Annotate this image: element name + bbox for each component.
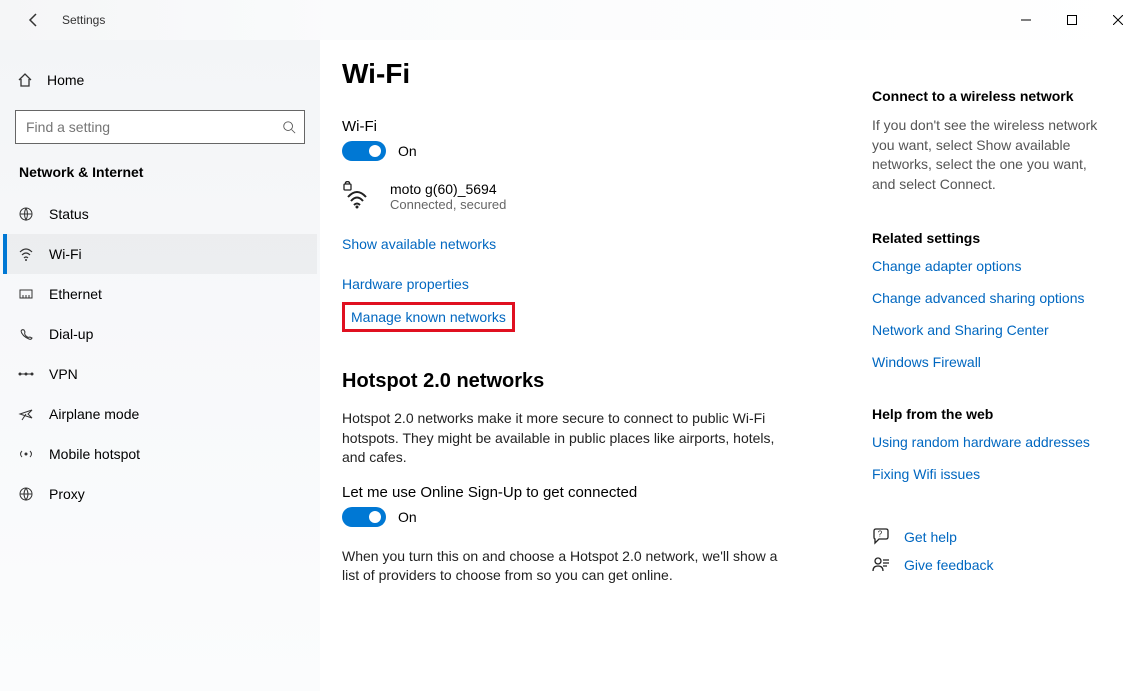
feedback-icon <box>872 556 890 574</box>
feedback-row[interactable]: Give feedback <box>872 556 1119 574</box>
vpn-icon <box>17 368 35 380</box>
sidebar: Home Network & Internet Status Wi-Fi <box>0 40 320 691</box>
window-title: Settings <box>62 13 105 27</box>
highlight-box-manage-known: Manage known networks <box>342 302 515 332</box>
sidebar-item-label: Mobile hotspot <box>49 446 140 462</box>
sidebar-item-ethernet[interactable]: Ethernet <box>3 274 317 314</box>
wifi-toggle-state: On <box>398 143 417 159</box>
airplane-icon <box>17 406 35 422</box>
sidebar-section-header: Network & Internet <box>3 164 317 180</box>
link-random-hw[interactable]: Using random hardware addresses <box>872 434 1119 450</box>
content-column: Wi-Fi Wi-Fi On moto g(60)_5694 Co <box>342 58 862 691</box>
status-icon <box>17 206 35 222</box>
search-box[interactable] <box>15 110 305 144</box>
maximize-button[interactable] <box>1049 4 1095 36</box>
sidebar-item-label: Wi-Fi <box>49 246 82 262</box>
hotspot-icon <box>17 446 35 462</box>
sidebar-home-label: Home <box>47 72 84 88</box>
link-feedback[interactable]: Give feedback <box>904 557 994 573</box>
hotspot-toggle-label: Let me use Online Sign-Up to get connect… <box>342 484 862 501</box>
link-hw-props[interactable]: Hardware properties <box>342 276 469 292</box>
wifi-secure-icon <box>342 181 372 209</box>
minimize-button[interactable] <box>1003 4 1049 36</box>
aside-help-title: Help from the web <box>872 406 1119 422</box>
link-network-center[interactable]: Network and Sharing Center <box>872 322 1119 338</box>
svg-text:?: ? <box>878 530 883 539</box>
aside-connect-desc: If you don't see the wireless network yo… <box>872 116 1112 194</box>
sidebar-home[interactable]: Home <box>3 60 317 100</box>
wifi-section-label: Wi-Fi <box>342 118 862 135</box>
sidebar-item-dialup[interactable]: Dial-up <box>3 314 317 354</box>
aside-column: Connect to a wireless network If you don… <box>862 58 1119 691</box>
sidebar-item-status[interactable]: Status <box>3 194 317 234</box>
link-adapter-options[interactable]: Change adapter options <box>872 258 1119 274</box>
hotspot-heading: Hotspot 2.0 networks <box>342 370 862 393</box>
titlebar: Settings <box>0 0 1141 40</box>
current-connection[interactable]: moto g(60)_5694 Connected, secured <box>342 181 862 212</box>
ethernet-icon <box>17 286 35 302</box>
aside-related-title: Related settings <box>872 230 1119 246</box>
connection-status: Connected, secured <box>390 197 506 212</box>
sidebar-item-label: Ethernet <box>49 286 102 302</box>
sidebar-item-proxy[interactable]: Proxy <box>3 474 317 514</box>
window-controls <box>1003 4 1141 36</box>
search-input[interactable] <box>24 118 282 136</box>
sidebar-item-hotspot[interactable]: Mobile hotspot <box>3 434 317 474</box>
sidebar-item-wifi[interactable]: Wi-Fi <box>3 234 317 274</box>
hotspot-toggle-state: On <box>398 509 417 525</box>
sidebar-item-label: Status <box>49 206 89 222</box>
link-show-networks[interactable]: Show available networks <box>342 236 496 252</box>
hotspot-desc: Hotspot 2.0 networks make it more secure… <box>342 409 782 468</box>
sidebar-item-label: Proxy <box>49 486 85 502</box>
wifi-icon <box>17 246 35 262</box>
get-help-row[interactable]: ? Get help <box>872 528 1119 546</box>
aside-connect-title: Connect to a wireless network <box>872 88 1119 104</box>
close-button[interactable] <box>1095 4 1141 36</box>
link-sharing-options[interactable]: Change advanced sharing options <box>872 290 1119 306</box>
hotspot-footer: When you turn this on and choose a Hotsp… <box>342 547 782 586</box>
link-wifi-issues[interactable]: Fixing Wifi issues <box>872 466 1119 482</box>
sidebar-item-label: VPN <box>49 366 78 382</box>
sidebar-item-airplane[interactable]: Airplane mode <box>3 394 317 434</box>
sidebar-item-label: Airplane mode <box>49 406 139 422</box>
wifi-toggle[interactable] <box>342 141 386 161</box>
sidebar-item-vpn[interactable]: VPN <box>3 354 317 394</box>
proxy-icon <box>17 486 35 502</box>
connection-name: moto g(60)_5694 <box>390 181 506 197</box>
page-title: Wi-Fi <box>342 58 862 90</box>
dialup-icon <box>17 326 35 342</box>
home-icon <box>17 72 33 88</box>
link-manage-known[interactable]: Manage known networks <box>351 309 506 325</box>
hotspot-toggle[interactable] <box>342 507 386 527</box>
link-firewall[interactable]: Windows Firewall <box>872 354 1119 370</box>
search-icon <box>282 120 296 134</box>
sidebar-item-label: Dial-up <box>49 326 93 342</box>
main-area: Wi-Fi Wi-Fi On moto g(60)_5694 Co <box>320 40 1141 691</box>
link-get-help[interactable]: Get help <box>904 529 957 545</box>
help-icon: ? <box>872 528 890 546</box>
back-button[interactable] <box>18 4 50 36</box>
